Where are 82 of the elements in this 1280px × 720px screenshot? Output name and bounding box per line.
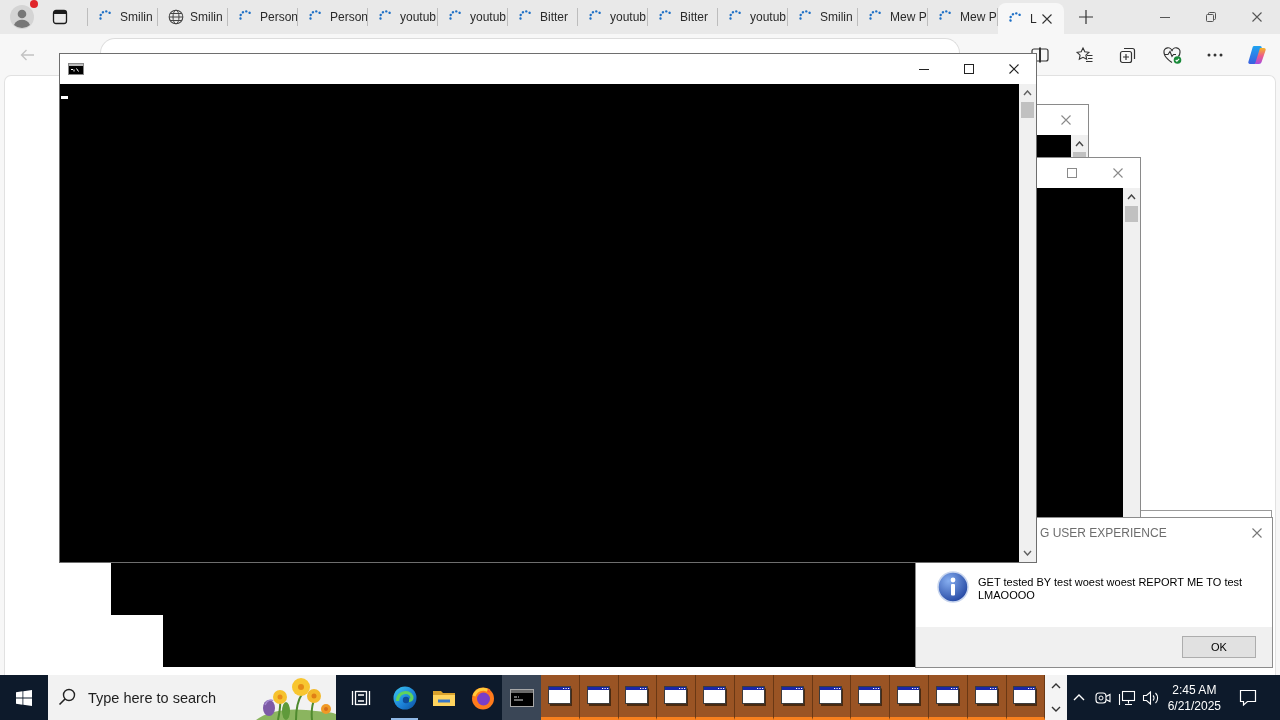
window-icon	[703, 686, 728, 706]
heart-pulse-icon[interactable]	[1162, 45, 1182, 64]
browser-tab[interactable]: Bitter	[508, 0, 578, 34]
browser-tab[interactable]: Smilin	[88, 0, 158, 34]
plus-icon[interactable]	[1079, 10, 1093, 24]
firefox-icon[interactable]	[470, 685, 495, 710]
chevron-down-icon[interactable]	[1023, 550, 1032, 556]
browser-tab[interactable]: youtub	[578, 0, 648, 34]
browser-tab[interactable]: Person	[298, 0, 368, 34]
taskbar-button[interactable]	[618, 675, 658, 720]
window-icon	[625, 686, 650, 706]
camera-icon[interactable]	[1094, 689, 1113, 706]
taskbar-button[interactable]	[541, 675, 580, 720]
window-icon	[935, 686, 960, 706]
browser-tab[interactable]: youtub	[368, 0, 438, 34]
edge-icon[interactable]	[392, 685, 417, 710]
browser-tab[interactable]: Person	[228, 0, 298, 34]
notification-icon[interactable]	[1239, 689, 1258, 706]
taskbar-button[interactable]	[851, 675, 891, 720]
window-icon	[664, 686, 689, 706]
console-output	[1037, 135, 1071, 157]
collections-icon[interactable]	[1119, 45, 1137, 64]
window-icon	[586, 686, 611, 706]
taskbar-button[interactable]	[579, 675, 619, 720]
volume-icon[interactable]	[1142, 689, 1161, 706]
restore-icon[interactable]	[1206, 12, 1216, 22]
window-icon	[858, 686, 883, 706]
browser-tab[interactable]: youtub	[718, 0, 788, 34]
browser-tab[interactable]: Mew P	[928, 0, 998, 34]
window-icon	[780, 686, 805, 706]
window-icon	[547, 686, 572, 706]
terminal-icon	[68, 63, 84, 75]
globe-icon	[168, 9, 184, 25]
avatar-icon[interactable]	[10, 5, 34, 29]
browser-tab[interactable]: Smilin	[788, 0, 858, 34]
scrollbar-thumb[interactable]	[1125, 206, 1138, 222]
taskbar-button[interactable]	[773, 675, 813, 720]
chevron-up-icon[interactable]	[1051, 683, 1062, 690]
message-text: GET tested BY test woest woest REPORT ME TO test LMAOOOO	[978, 576, 1244, 602]
browser-tab[interactable]: Smilin	[158, 0, 228, 34]
search-icon	[58, 688, 76, 706]
taskbar-button[interactable]	[735, 675, 774, 720]
window-icon	[1013, 686, 1038, 706]
taskbar-button[interactable]	[657, 675, 697, 720]
maximize-icon[interactable]	[964, 64, 974, 74]
info-icon	[937, 571, 969, 603]
close-icon[interactable]	[1042, 13, 1052, 24]
browser-tab[interactable]: youtub	[438, 0, 508, 34]
window-icon	[897, 686, 922, 706]
taskbar-button[interactable]	[928, 675, 968, 720]
taskbar-button[interactable]	[1006, 675, 1046, 720]
taskbar-button[interactable]	[502, 675, 541, 720]
taskbar-button[interactable]	[890, 675, 929, 720]
chevron-up-icon[interactable]	[1127, 194, 1136, 200]
browser-tab[interactable]: Bitter	[648, 0, 718, 34]
network-icon[interactable]	[1118, 689, 1137, 706]
tab-actions-icon[interactable]	[52, 9, 68, 25]
browser-tab[interactable]: L	[998, 3, 1064, 34]
close-icon[interactable]	[1009, 64, 1019, 74]
browser-tab[interactable]: Mew P	[858, 0, 928, 34]
ok-button[interactable]: OK	[1182, 636, 1256, 658]
clock[interactable]: 2:45 AM 6/21/2025	[1163, 681, 1226, 714]
window-icon	[819, 686, 844, 706]
dialog-title: G USER EXPERIENCE	[1040, 525, 1168, 540]
window-icon	[974, 686, 999, 706]
taskbar-button[interactable]	[812, 675, 852, 720]
split-screen-icon[interactable]	[1031, 46, 1049, 63]
copilot-icon[interactable]	[1247, 44, 1267, 65]
taskbar-button[interactable]	[696, 675, 735, 720]
taskbar-button[interactable]	[967, 675, 1007, 720]
window-icon	[741, 686, 766, 706]
scrollbar[interactable]	[1123, 188, 1140, 517]
windows-logo-icon[interactable]	[16, 689, 32, 706]
chevron-up-icon[interactable]	[1075, 141, 1084, 147]
close-icon[interactable]	[1252, 12, 1262, 22]
more-icon[interactable]	[1207, 52, 1223, 57]
chevron-down-icon[interactable]	[1051, 705, 1062, 712]
scrollbar[interactable]	[1019, 84, 1036, 562]
scrollbar-thumb[interactable]	[1021, 102, 1034, 118]
terminal-icon[interactable]	[509, 688, 534, 707]
scrollbar[interactable]	[1071, 135, 1088, 157]
favorites-icon[interactable]	[1075, 45, 1093, 64]
